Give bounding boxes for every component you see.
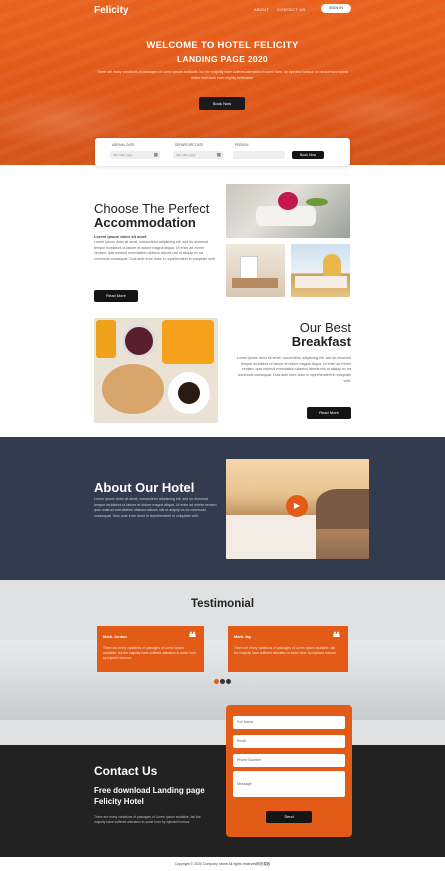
accommodation-lead: Lorem ipsum dolor sit amet [94, 234, 147, 239]
booking-bar: ARRIVAL DATE mm / dd / yyyy ▦ DEPARTURE … [95, 138, 350, 166]
email-input[interactable]: Email [233, 735, 345, 748]
breakfast-text: Lorem ipsum dolor sit amet, consectetur … [237, 356, 351, 383]
message-textarea[interactable]: Message [233, 771, 345, 797]
juice-shape [96, 320, 116, 358]
departure-date-input[interactable]: mm / dd / yyyy ▦ [173, 151, 223, 159]
oranges-shape [162, 320, 214, 364]
hero-description: There are many variations of passages of… [96, 70, 349, 80]
phone-input[interactable]: Phone Number [233, 754, 345, 767]
carousel-dot[interactable] [226, 679, 231, 684]
hotel-video-thumbnail[interactable]: ▶ [226, 459, 369, 559]
contact-section [0, 745, 445, 857]
about-text: Lorem ipsum dolor sit amet, consectetur … [94, 497, 218, 519]
breakfast-read-more-button[interactable]: Read More [307, 407, 351, 419]
calendar-icon: ▦ [216, 152, 221, 157]
person-label: PERSON [235, 143, 249, 147]
carousel-dot[interactable] [220, 679, 225, 684]
croissant-shape [102, 364, 164, 414]
quote-icon: ❝ [332, 629, 340, 645]
full-name-input[interactable]: Full Name [233, 716, 345, 729]
testimonial-name: Mark Jay [234, 634, 252, 639]
contact-title: Contact Us [94, 764, 158, 778]
building-shape [295, 276, 347, 288]
towels-photo [226, 184, 350, 238]
accommodation-title-bold: Accommodation [94, 215, 196, 230]
accommodation-title-light: Choose The Perfect [94, 201, 210, 216]
terrace-shape [226, 515, 316, 559]
arrival-date-input[interactable]: mm / dd / yyyy ▦ [110, 151, 160, 159]
leaf-shape [306, 198, 328, 206]
about-title: About Our Hotel [94, 480, 195, 495]
hero-book-button[interactable]: Book Now [199, 97, 245, 110]
accommodation-read-more-button[interactable]: Read More [94, 290, 138, 302]
testimonial-card: Mark Jordan ❝ There are many variations … [97, 626, 204, 672]
testimonial-text: There are many variations of passages of… [234, 646, 337, 655]
play-icon[interactable]: ▶ [286, 495, 308, 517]
signin-button[interactable]: SIGN IN [321, 4, 351, 13]
testimonial-text: There are many variations of passages of… [103, 646, 197, 660]
person-select[interactable] [233, 151, 285, 159]
arrival-label: ARRIVAL DATE [112, 143, 135, 147]
cliff-shape [316, 489, 369, 529]
carousel-dot-active[interactable] [214, 679, 219, 684]
contact-text: There are many variations of passages of… [94, 815, 201, 824]
about-section [0, 437, 445, 580]
room-photo [226, 244, 285, 297]
footer-copyright: Copyright © 2020 Company name All rights… [0, 857, 445, 871]
breakfast-photo [94, 318, 218, 423]
departure-label: DEPARTURE DATE [175, 143, 204, 147]
testimonial-card: Mark Jay ❝ There are many variations of … [228, 626, 348, 672]
booking-book-button[interactable]: Book Now [292, 151, 324, 159]
departure-value: mm / dd / yyyy [176, 153, 196, 157]
tower-shape [323, 254, 341, 276]
contact-subtitle: Free download Landing page Felicity Hote… [94, 786, 205, 806]
bed-shape [232, 278, 278, 288]
hero-title: WELCOME TO HOTEL FELICITY [146, 40, 299, 51]
testimonial-name: Mark Jordan [103, 634, 127, 639]
coffee-shape [178, 382, 200, 404]
send-button[interactable]: Send [266, 811, 312, 823]
nav-about[interactable]: ABOUT [254, 7, 269, 12]
quote-icon: ❝ [188, 629, 196, 645]
hero-subtitle-title: LANDING PAGE 2020 [177, 54, 268, 64]
logo[interactable]: Felicity [94, 5, 128, 16]
jam-shape [122, 324, 156, 358]
calendar-icon: ▦ [153, 152, 158, 157]
contact-form: Full Name Email Phone Number Message Sen… [226, 705, 352, 837]
flower-shape [278, 192, 298, 210]
testimonial-title: Testimonial [190, 598, 255, 610]
arrival-value: mm / dd / yyyy [113, 153, 133, 157]
nav-contact[interactable]: CONTACT US [277, 7, 306, 12]
breakfast-title-bold: Breakfast [291, 334, 351, 349]
window-shape [240, 256, 258, 280]
santorini-photo [291, 244, 350, 297]
accommodation-text: Lorem ipsum dolor sit amet, consectetur … [94, 240, 216, 262]
breakfast-title-light: Our Best [299, 320, 351, 335]
